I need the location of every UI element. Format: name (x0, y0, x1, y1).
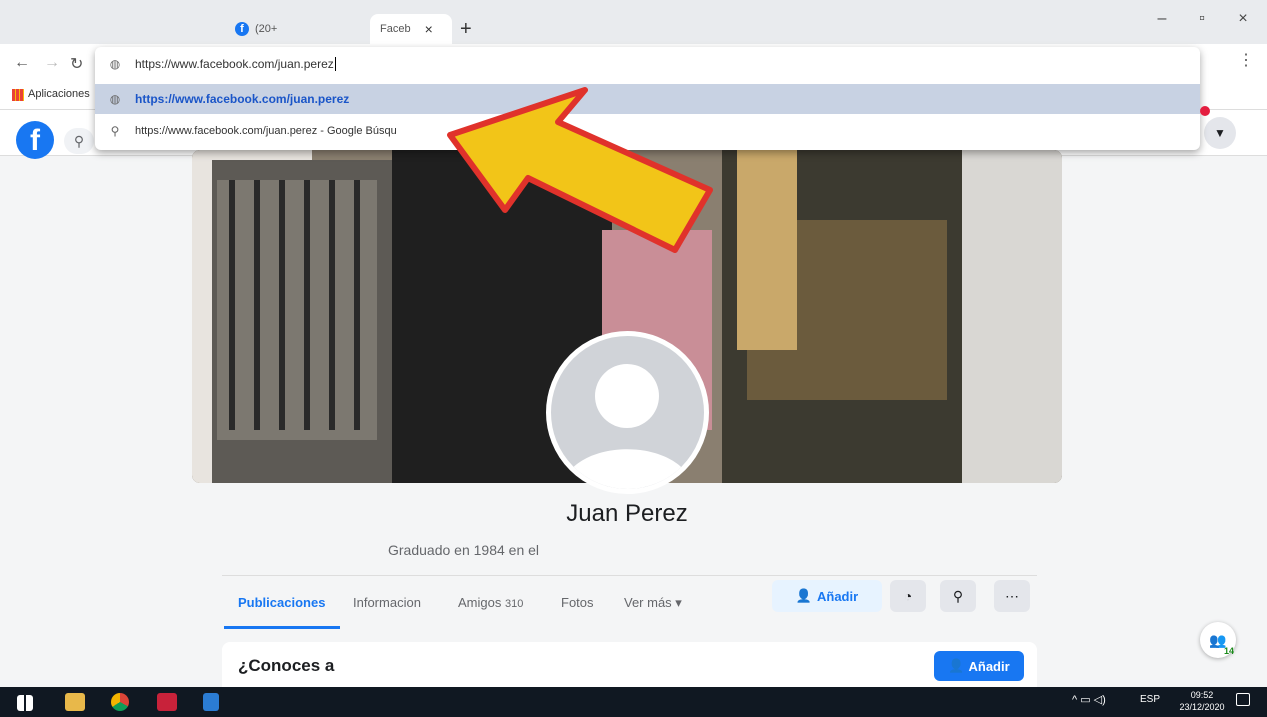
search-icon: ⚲ (110, 124, 120, 138)
suggestion-text: https://www.facebook.com/juan.perez - Go… (135, 125, 397, 137)
suggestion-text: https://www.facebook.com/juan.perez (135, 92, 350, 106)
people-you-may-know-card: ¿Conoces a 👤 Añadir (222, 642, 1037, 687)
maximize-button[interactable]: ▫ (1187, 10, 1217, 28)
tab-informacion[interactable]: Informacion (353, 595, 421, 610)
browser-tab[interactable]: f (20+ (225, 14, 365, 44)
facebook-logo[interactable]: f (16, 121, 54, 159)
default-avatar-icon (561, 364, 694, 489)
browser-tab-strip (0, 0, 1267, 44)
profile-avatar[interactable] (546, 331, 709, 494)
card-add-label: Añadir (968, 658, 1010, 674)
profile-bio: Graduado en 1984 en el (388, 542, 540, 558)
messenger-button[interactable]: ◔ (890, 580, 926, 612)
address-input[interactable]: ◍ https://www.facebook.com/juan.perez (95, 49, 1200, 79)
globe-icon: ◍ (109, 92, 121, 106)
back-icon[interactable]: ← (14, 54, 30, 72)
minimize-button[interactable]: – (1147, 10, 1177, 28)
notification-dot (1200, 106, 1210, 116)
account-menu-icon[interactable]: ▼ (1204, 117, 1236, 149)
language-indicator[interactable]: ESP (1140, 694, 1160, 705)
chrome-icon[interactable] (111, 693, 129, 711)
tab-title: (20+ (255, 23, 278, 35)
file-explorer-icon[interactable] (65, 693, 85, 711)
tab-amigos[interactable]: Amigos 310 (458, 595, 523, 610)
messenger-icon: ◔ (903, 588, 913, 604)
profile-search-button[interactable]: ⚲ (940, 580, 976, 612)
card-add-button[interactable]: 👤 Añadir (934, 651, 1024, 681)
browser-menu-icon[interactable]: ⋮ (1238, 50, 1254, 70)
globe-icon: ◍ (109, 57, 121, 71)
windows-start-icon[interactable] (17, 695, 33, 711)
add-user-icon: 👤 (795, 588, 812, 603)
add-friend-button[interactable]: 👤 Añadir (772, 580, 882, 612)
tab-fotos[interactable]: Fotos (561, 595, 594, 610)
search-icon: ⚲ (952, 587, 964, 604)
friends-count: 310 (504, 598, 524, 610)
tab-title: Faceb (380, 23, 411, 35)
url-text: https://www.facebook.com/juan.perez (135, 57, 334, 71)
tab-label: Amigos (458, 595, 502, 610)
card-title: ¿Conoces a (238, 656, 335, 675)
add-friend-label: Añadir (817, 588, 859, 604)
word-document-icon[interactable] (203, 693, 219, 711)
profile-name: Juan Perez (566, 500, 688, 527)
active-tab-indicator (224, 626, 340, 629)
notifications-icon[interactable] (1236, 693, 1250, 706)
close-window-button[interactable]: × (1228, 10, 1258, 28)
contacts-count: 14 (1223, 646, 1234, 656)
clock-time: 09:52 (1190, 690, 1214, 700)
text-cursor (334, 57, 336, 71)
forward-icon[interactable]: → (44, 54, 60, 72)
app-icon[interactable] (157, 693, 177, 711)
add-user-icon: 👤 (948, 658, 965, 673)
clock-date: 23/12/2020 (1179, 702, 1225, 712)
tray-icons[interactable]: ^ ▭ ◁) (1072, 693, 1106, 706)
reload-icon[interactable]: ↻ (70, 54, 83, 74)
close-tab-icon[interactable]: × (425, 21, 433, 37)
browser-tab-active[interactable]: Faceb × (370, 14, 452, 44)
search-icon[interactable]: ⚲ (64, 128, 94, 154)
annotation-arrow (447, 87, 713, 253)
tab-ver-mas[interactable]: Ver más ▾ (624, 595, 682, 611)
more-options-button[interactable]: ⋯ (994, 580, 1030, 612)
tab-publicaciones[interactable]: Publicaciones (238, 595, 325, 610)
bookmark-apps[interactable]: Aplicaciones (28, 88, 90, 100)
facebook-icon: f (235, 22, 249, 36)
clock[interactable]: 09:52 23/12/2020 (1176, 689, 1228, 713)
apps-grid-icon[interactable] (12, 89, 24, 101)
contacts-button[interactable]: 👥 14 (1200, 622, 1236, 658)
new-tab-button[interactable]: + (460, 18, 472, 41)
more-icon: ⋯ (1005, 587, 1019, 604)
